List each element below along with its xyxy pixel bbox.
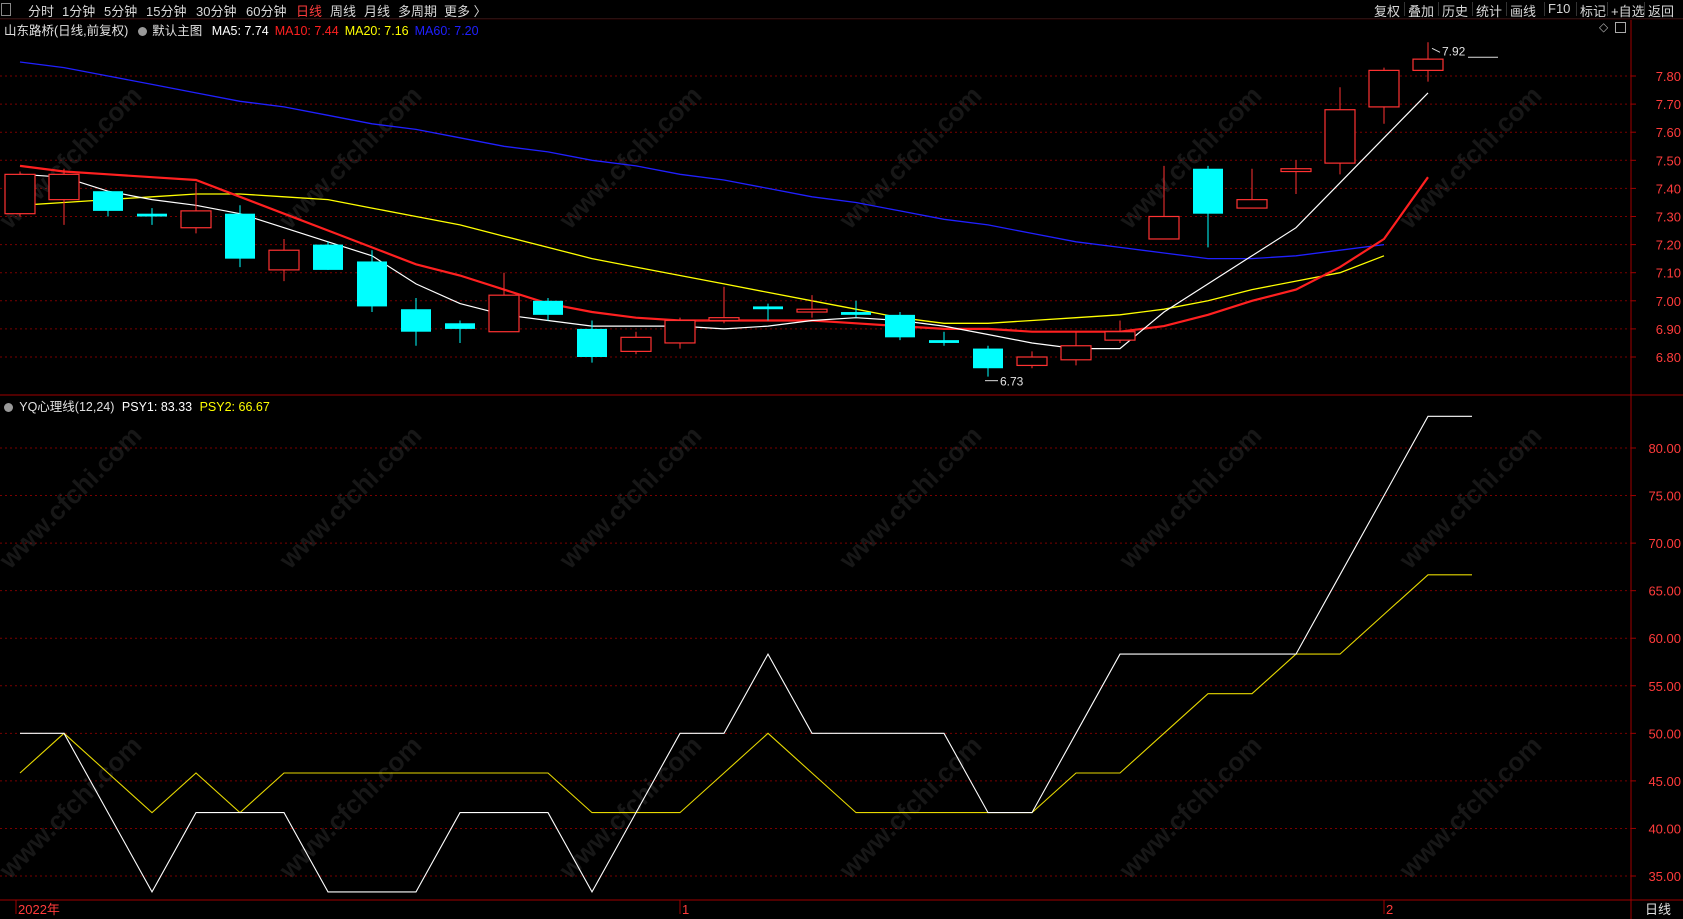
candle-body-down bbox=[225, 213, 255, 259]
price-axis-label: 7.70 bbox=[1656, 97, 1681, 112]
price-axis-label: 7.60 bbox=[1656, 125, 1681, 140]
candle-body-down bbox=[401, 309, 431, 332]
candle-body-up bbox=[1148, 215, 1180, 240]
indicator-axis-label: 65.00 bbox=[1648, 584, 1681, 599]
candle-body-down bbox=[93, 191, 123, 211]
chart-frame bbox=[0, 18, 1683, 919]
price-axis: 7.80 7.70 7.60 7.50 7.40 7.30 7.20 7.10 7.00 6.90… bbox=[1656, 69, 1681, 365]
candle-body-down bbox=[445, 323, 475, 329]
watermark-text: www.cfchi.com bbox=[832, 730, 987, 885]
watermark-text: www.cfchi.com bbox=[0, 420, 147, 575]
candle-body-up bbox=[180, 210, 212, 229]
candle-body-down bbox=[929, 340, 959, 343]
indicator-axis-label: 50.00 bbox=[1648, 726, 1681, 741]
candle-body-down bbox=[137, 213, 167, 217]
candle-body-up bbox=[1412, 58, 1444, 71]
watermark-text: www.cfchi.com bbox=[272, 730, 427, 885]
price-axis-label: 7.30 bbox=[1656, 210, 1681, 225]
candle-body-up bbox=[1368, 69, 1400, 108]
watermark-text: www.cfchi.com bbox=[1392, 730, 1547, 885]
watermark-text: www.cfchi.com bbox=[0, 730, 147, 885]
candle-body-down bbox=[1193, 168, 1223, 214]
candle-body-down bbox=[753, 306, 783, 310]
indicator-axis-label: 80.00 bbox=[1648, 441, 1681, 456]
candle-body-up bbox=[664, 319, 696, 344]
watermark-text: www.cfchi.com bbox=[832, 80, 987, 235]
watermark-text: www.cfchi.com bbox=[552, 420, 707, 575]
candle-body-down bbox=[841, 312, 871, 315]
indicator-axis-label: 70.00 bbox=[1648, 536, 1681, 551]
indicator-axis: 80.00 75.00 70.00 65.00 60.00 55.00 50.00 45.00… bbox=[1648, 441, 1681, 884]
candle-body-up bbox=[1060, 345, 1092, 361]
candle-body-up bbox=[1104, 331, 1136, 341]
candle-body-up bbox=[48, 173, 80, 201]
high-price-label: 7.92 bbox=[1442, 44, 1466, 58]
candle-body-up bbox=[1236, 199, 1268, 209]
candle-body-down bbox=[885, 314, 915, 338]
candle-body-up bbox=[620, 336, 652, 352]
candle-body-down bbox=[577, 328, 607, 357]
candle-body-down bbox=[357, 261, 387, 307]
candle-body-up bbox=[708, 317, 740, 322]
candle-body-up bbox=[1280, 168, 1312, 173]
indicator-axis-label: 45.00 bbox=[1648, 774, 1681, 789]
watermark-text: www.cfchi.com bbox=[272, 80, 427, 235]
indicator-axis-label: 60.00 bbox=[1648, 631, 1681, 646]
psy-lines bbox=[19, 415, 1472, 894]
indicator-axis-label: 40.00 bbox=[1648, 821, 1681, 836]
price-axis-label: 6.90 bbox=[1656, 322, 1681, 337]
date-label: 2 bbox=[1386, 902, 1393, 917]
candle-body-up bbox=[796, 308, 828, 313]
price-axis-label: 7.20 bbox=[1656, 238, 1681, 253]
candle-body-down bbox=[533, 300, 563, 315]
indicator-axis-label: 35.00 bbox=[1648, 869, 1681, 884]
price-axis-label: 7.40 bbox=[1656, 181, 1681, 196]
date-axis: 2022年 1 2 日线 bbox=[15, 900, 1671, 917]
period-label: 日线 bbox=[1645, 902, 1671, 917]
candle-body-down bbox=[313, 244, 343, 270]
grid-lines bbox=[0, 75, 1636, 877]
watermark-text: www.cfchi.com bbox=[1112, 730, 1267, 885]
candle-body-up bbox=[1016, 356, 1048, 367]
candle-body-up bbox=[268, 249, 300, 271]
watermark-text: www.cfchi.com bbox=[1392, 420, 1547, 575]
price-axis-label: 7.50 bbox=[1656, 153, 1681, 168]
ma20-line bbox=[19, 193, 1385, 324]
psy1-line bbox=[20, 415, 1472, 894]
candle-body-up bbox=[1324, 109, 1356, 164]
date-label: 1 bbox=[682, 902, 689, 917]
watermark-text: www.cfchi.com bbox=[1392, 80, 1547, 235]
date-label: 2022年 bbox=[18, 902, 60, 917]
candle-body-up bbox=[4, 173, 36, 215]
indicator-axis-label: 55.00 bbox=[1648, 679, 1681, 694]
price-axis-label: 6.80 bbox=[1656, 350, 1681, 365]
watermark-text: www.cfchi.com bbox=[832, 420, 987, 575]
price-axis-label: 7.80 bbox=[1656, 69, 1681, 84]
candle-body-down bbox=[973, 348, 1003, 369]
candle-body-up bbox=[488, 294, 520, 333]
watermark-text: www.cfchi.com bbox=[272, 420, 427, 575]
watermark-layer: www.cfchi.com www.cfchi.com www.cfchi.com w… bbox=[0, 80, 1547, 885]
indicator-axis-label: 75.00 bbox=[1648, 489, 1681, 504]
price-axis-label: 7.10 bbox=[1656, 266, 1681, 281]
kline-chart[interactable]: www.cfchi.com www.cfchi.com www.cfchi.com w… bbox=[0, 0, 1683, 919]
watermark-text: www.cfchi.com bbox=[1112, 80, 1267, 235]
low-price-label: 6.73 bbox=[1000, 375, 1024, 389]
watermark-text: www.cfchi.com bbox=[1112, 420, 1267, 575]
price-axis-label: 7.00 bbox=[1656, 294, 1681, 309]
high-marker-arrow bbox=[1431, 47, 1441, 53]
